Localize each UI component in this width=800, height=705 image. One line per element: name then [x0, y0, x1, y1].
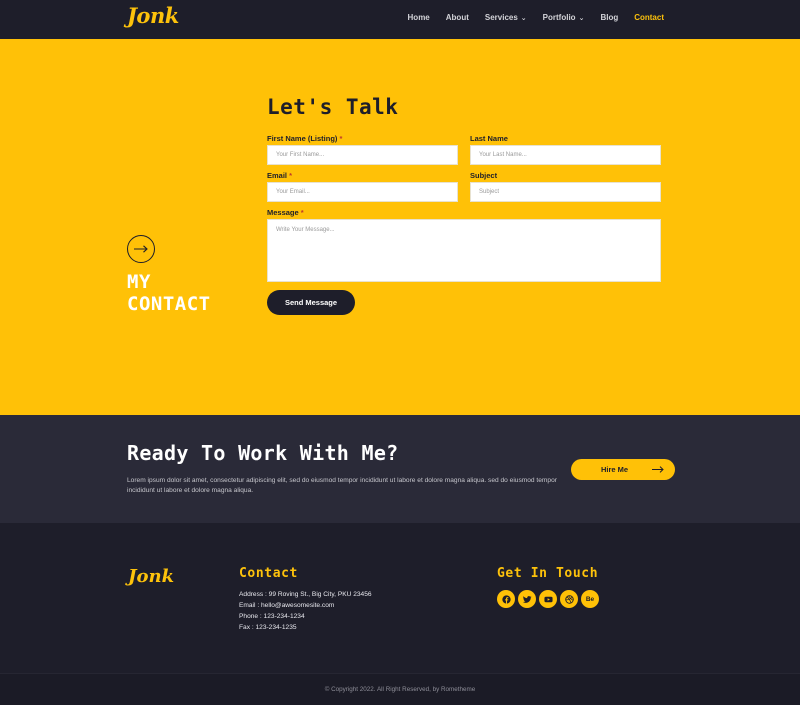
social-links: Be	[497, 590, 599, 608]
footer-phone: Phone : 123-234-1234	[239, 613, 305, 620]
footer-social-heading: Get In Touch	[497, 566, 599, 581]
message-label: Message *	[267, 208, 304, 217]
footer-logo[interactable]: Jonk	[128, 566, 174, 587]
footer-email[interactable]: Email : hello@awesomesite.com	[239, 602, 334, 609]
menu-item-about[interactable]: About	[446, 13, 469, 22]
behance-icon[interactable]: Be	[581, 590, 599, 608]
cta-description: Lorem ipsum dolor sit amet, consectetur …	[127, 477, 557, 494]
contact-section: MY CONTACT Let's Talk First Name (Listin…	[0, 39, 800, 415]
behance-glyph: Be	[585, 595, 595, 603]
form-title: Let's Talk	[267, 95, 399, 119]
arrow-right-icon	[652, 466, 664, 473]
menu-item-label: Home	[407, 13, 430, 22]
menu-item-blog[interactable]: Blog	[600, 13, 618, 22]
label-text: Subject	[470, 171, 498, 180]
subject-input[interactable]: Subject	[470, 182, 661, 202]
first-name-input[interactable]: Your First Name...	[267, 145, 458, 165]
youtube-icon[interactable]	[539, 590, 557, 608]
subject-label: Subject	[470, 171, 497, 180]
required-mark: *	[339, 134, 343, 143]
label-text: Message	[267, 208, 299, 217]
chevron-down-icon: ⌄	[578, 14, 585, 22]
email-input[interactable]: Your Email...	[267, 182, 458, 202]
menu-item-portfolio[interactable]: Portfolio ⌄	[543, 13, 585, 22]
menu-item-label: Services	[484, 13, 518, 22]
footer-address: Address : 99 Roving St., Big City, PKU 2…	[239, 591, 372, 598]
last-name-label: Last Name	[470, 134, 508, 143]
required-mark: *	[300, 208, 304, 217]
menu-item-contact[interactable]: Contact	[634, 13, 664, 22]
top-navbar: Jonk Home About Services ⌄ Portfolio ⌄ Blo…	[0, 0, 800, 39]
menu-item-services[interactable]: Services ⌄	[485, 13, 527, 22]
menu-item-home[interactable]: Home	[408, 13, 430, 22]
send-message-button[interactable]: Send Message	[267, 290, 355, 315]
email-label: Email *	[267, 171, 292, 180]
cta-title: Ready To Work With Me?	[127, 441, 399, 465]
first-name-label: First Name (Listing) *	[267, 134, 342, 143]
footer-fax: Fax : 123-234-1235	[239, 624, 297, 631]
footer-contact-heading: Contact	[239, 566, 298, 581]
chevron-down-icon: ⌄	[520, 14, 527, 22]
menu-item-label: Blog	[600, 13, 619, 22]
copyright-bar: © Copyright 2022. All Right Reserved, by…	[0, 673, 800, 705]
side-title-line: MY	[127, 271, 151, 293]
menu-item-label: Portfolio	[542, 13, 576, 22]
arrow-right-circle-icon	[127, 235, 155, 263]
menu-item-label: About	[445, 13, 469, 22]
message-textarea[interactable]: Write Your Message...	[267, 219, 661, 282]
last-name-input[interactable]: Your Last Name...	[470, 145, 661, 165]
footer: Jonk Contact Address : 99 Roving St., Bi…	[0, 523, 800, 673]
hire-cta-section: Ready To Work With Me? Lorem ipsum dolor…	[0, 415, 800, 523]
main-menu: Home About Services ⌄ Portfolio ⌄ Blog Con…	[408, 13, 664, 22]
side-title-line: CONTACT	[127, 293, 211, 315]
hire-me-label: Hire Me	[601, 465, 629, 474]
twitter-icon[interactable]	[518, 590, 536, 608]
label-text: Last Name	[470, 134, 508, 143]
dribbble-icon[interactable]	[560, 590, 578, 608]
menu-item-label: Contact	[634, 13, 664, 22]
required-mark: *	[289, 171, 293, 180]
hire-me-button[interactable]: Hire Me	[571, 459, 675, 480]
facebook-icon[interactable]	[497, 590, 515, 608]
copyright-text: © Copyright 2022. All Right Reserved, by…	[324, 686, 476, 693]
label-text: First Name (Listing)	[267, 134, 338, 143]
label-text: Email	[267, 171, 288, 180]
site-logo[interactable]: Jonk	[127, 3, 179, 28]
section-side-title: MY CONTACT	[127, 271, 211, 315]
